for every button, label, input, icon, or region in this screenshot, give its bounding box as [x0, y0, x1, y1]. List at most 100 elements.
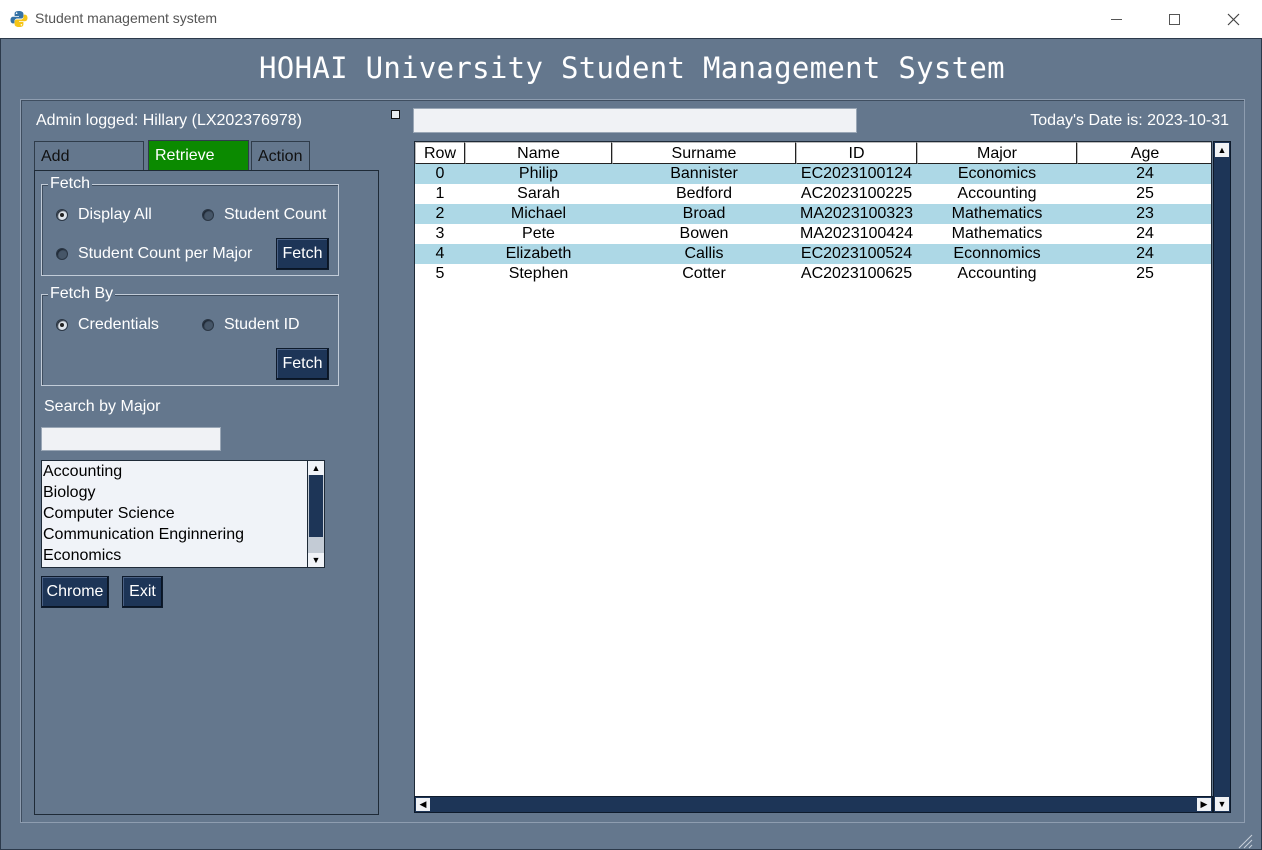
table-cell-row: 0 [435, 165, 445, 182]
list-item[interactable]: Accounting [43, 463, 122, 481]
table-cell-surname: Bedford [675, 185, 733, 202]
table-cell-age: 25 [1136, 185, 1154, 202]
table-row[interactable]: 0 Philip Bannister EC2023100124 Economics 24 [415, 164, 1211, 184]
list-item[interactable]: Computer Science [43, 505, 175, 523]
column-header-name[interactable]: Name [465, 142, 612, 164]
scroll-down-icon[interactable]: ▼ [1215, 797, 1229, 811]
column-header-age[interactable]: Age [1077, 142, 1211, 164]
table-header: Row Name Surname ID Major Age [415, 142, 1211, 164]
table-cell-age: 25 [1136, 265, 1154, 282]
list-item[interactable]: Communication Enginnering [43, 526, 244, 544]
table-cell-name: Pete [522, 225, 555, 242]
column-header-surname[interactable]: Surname [612, 142, 796, 164]
scroll-up-icon[interactable]: ▲ [308, 461, 324, 475]
python-app-icon [10, 11, 28, 27]
close-button[interactable] [1204, 0, 1262, 38]
minimize-icon [1110, 18, 1122, 20]
radio-selected-icon [56, 209, 68, 221]
scroll-down-icon[interactable]: ▼ [308, 553, 324, 567]
table-cell-name: Elizabeth [505, 245, 572, 262]
radio-selected-icon [56, 319, 68, 331]
radio-label: Credentials [78, 316, 159, 333]
fetch-button[interactable]: Fetch [276, 238, 329, 270]
table-row[interactable]: 4 Elizabeth Callis EC2023100524 Econnomics 24 [415, 244, 1211, 264]
table-cell-row: 4 [435, 245, 445, 262]
table-cell-surname: Callis [684, 245, 724, 262]
table-cell-id: MA2023100424 [800, 225, 913, 242]
chrome-button[interactable]: Chrome [41, 576, 109, 608]
table-cell-age: 24 [1136, 245, 1154, 262]
radio-student-id[interactable]: Student ID [202, 316, 300, 334]
radio-credentials[interactable]: Credentials [56, 316, 159, 334]
fetch-by-group-legend: Fetch By [48, 285, 116, 303]
scroll-up-icon[interactable]: ▲ [1215, 143, 1229, 157]
exit-button[interactable]: Exit [122, 576, 163, 608]
maximize-button[interactable] [1145, 0, 1203, 38]
radio-unselected-icon [56, 248, 68, 260]
table-cell-row: 5 [435, 265, 445, 282]
radio-unselected-icon [202, 319, 214, 331]
table-cell-major: Accounting [957, 185, 1037, 202]
small-checkbox[interactable] [391, 110, 400, 119]
admin-label: Admin logged: Hillary (LX202376978) [36, 112, 302, 129]
table-row[interactable]: 2 Michael Broad MA2023100323 Mathematics 23 [415, 204, 1211, 224]
top-search-input[interactable] [413, 108, 857, 133]
table-cell-id: EC2023100124 [800, 165, 913, 182]
radio-student-count[interactable]: Student Count [202, 206, 326, 224]
table-cell-row: 2 [435, 205, 445, 222]
students-table[interactable]: Row Name Surname ID Major Age 0 Philip Ban… [414, 141, 1212, 797]
scroll-left-icon[interactable]: ◀ [416, 798, 430, 811]
maximize-icon [1168, 13, 1180, 25]
table-row[interactable]: 3 Pete Bowen MA2023100424 Mathematics 24 [415, 224, 1211, 244]
column-header-row[interactable]: Row [415, 142, 465, 164]
table-cell-major: Economics [957, 165, 1037, 182]
table-cell-age: 23 [1136, 205, 1154, 222]
table-cell-name: Michael [510, 205, 567, 222]
date-label: Today's Date is: 2023-10-31 [1030, 112, 1229, 129]
radio-label: Student ID [224, 316, 300, 333]
tab-retrieve-info[interactable]: Retrieve Info [148, 140, 249, 194]
scroll-right-icon[interactable]: ▶ [1197, 798, 1211, 811]
table-cell-row: 1 [435, 185, 445, 202]
major-listbox[interactable]: Accounting Biology Computer Science Comm… [41, 460, 325, 568]
column-header-id[interactable]: ID [796, 142, 917, 164]
radio-student-count-per-major[interactable]: Student Count per Major [56, 245, 252, 263]
table-cell-major: Accounting [957, 265, 1037, 282]
table-cell-id: MA2023100323 [800, 205, 913, 222]
table-cell-name: Philip [518, 165, 559, 182]
table-cell-major: Mathematics [951, 225, 1043, 242]
listbox-scrollbar[interactable]: ▲ ▼ [307, 461, 324, 567]
table-cell-name: Stephen [508, 265, 569, 282]
search-major-input[interactable] [41, 427, 221, 451]
window-title: Student management system [35, 10, 218, 26]
app-heading: HOHAI University Student Management Syst… [259, 51, 1005, 85]
table-horizontal-scrollbar[interactable]: ◀ ▶ [414, 796, 1213, 813]
table-cell-age: 24 [1136, 165, 1154, 182]
table-cell-major: Mathematics [951, 205, 1043, 222]
close-icon [1227, 13, 1239, 25]
window-titlebar: Student management system [0, 0, 1262, 38]
table-cell-age: 24 [1136, 225, 1154, 242]
table-cell-name: Sarah [517, 185, 560, 202]
tab-add-students[interactable]: Add Students [34, 141, 144, 195]
column-header-major[interactable]: Major [917, 142, 1077, 164]
table-cell-major: Econnomics [953, 245, 1041, 262]
tab-action[interactable]: Action [251, 141, 310, 171]
radio-label: Display All [78, 206, 152, 223]
fetch-group-legend: Fetch [48, 175, 93, 193]
table-row[interactable]: 5 Stephen Cotter AC2023100625 Accounting 25 [415, 264, 1211, 284]
table-vertical-scrollbar[interactable]: ▲ ▼ [1213, 141, 1231, 813]
table-cell-id: AC2023100625 [800, 265, 913, 282]
app-window: HOHAI University Student Management Syst… [0, 38, 1262, 850]
list-item[interactable]: Biology [43, 484, 95, 502]
table-cell-surname: Cotter [682, 265, 726, 282]
table-cell-surname: Broad [682, 205, 726, 222]
radio-display-all[interactable]: Display All [56, 206, 152, 224]
list-item[interactable]: Economics [43, 547, 121, 565]
table-cell-row: 3 [435, 225, 445, 242]
resize-grip-icon[interactable] [1233, 829, 1253, 849]
fetch-by-button[interactable]: Fetch [276, 348, 329, 380]
table-row[interactable]: 1 Sarah Bedford AC2023100225 Accounting 25 [415, 184, 1211, 204]
minimize-button[interactable] [1087, 0, 1145, 38]
scrollbar-thumb[interactable] [309, 475, 323, 537]
